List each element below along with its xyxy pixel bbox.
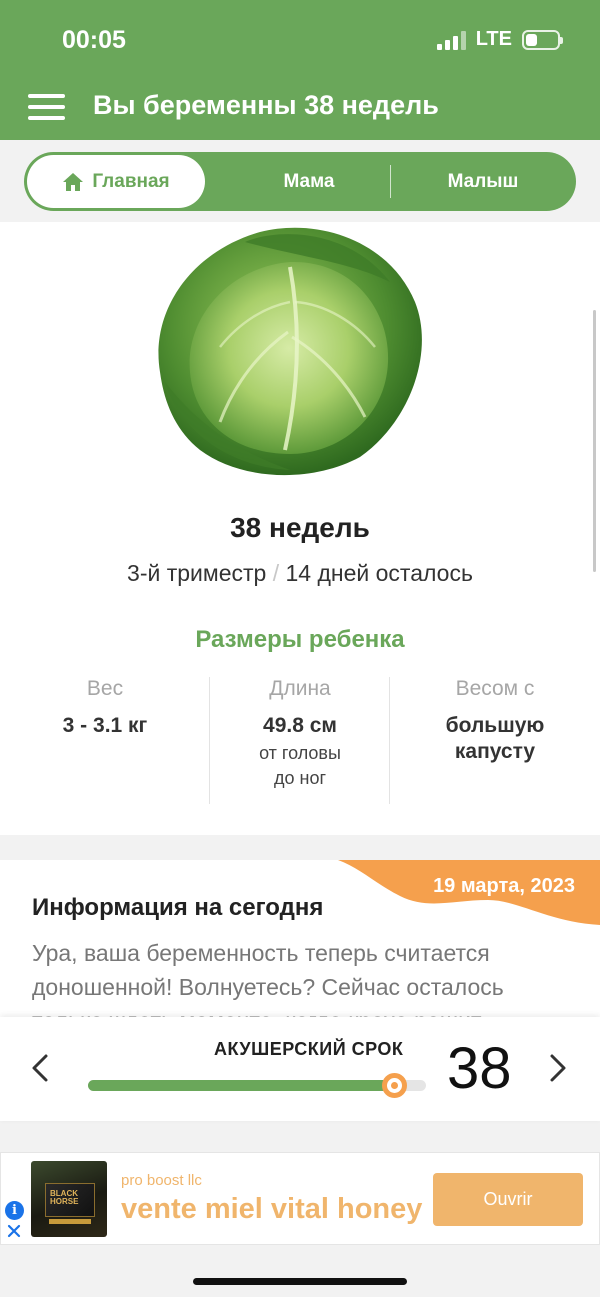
ad-image[interactable]: BLACK HORSE — [31, 1161, 107, 1237]
compare-value-2: капусту — [454, 740, 536, 764]
stat-divider — [389, 677, 390, 804]
week-number: 38 — [447, 1036, 512, 1101]
segmented-tabs: Главная Мама Малыш — [24, 152, 576, 211]
length-label: Длина — [269, 677, 331, 700]
info-text: Ура, ваша беременность теперь считается … — [32, 940, 504, 1020]
week-summary-card: 38 недель 3-й триместр / 14 дней осталос… — [0, 222, 600, 835]
info-title: Информация на сегодня — [32, 894, 324, 921]
length-stat: Длина 49.8 см от головы до ног — [210, 677, 390, 792]
week-slider-bar: АКУШЕРСКИЙ СРОК 38 — [0, 1017, 600, 1121]
baby-size-stats: Вес 3 - 3.1 кг Длина 49.8 см от головы д… — [0, 677, 600, 805]
slider-thumb[interactable] — [381, 1073, 407, 1098]
ad-open-button[interactable]: Ouvrir — [433, 1173, 583, 1226]
page-title: Вы беременны 38 недель — [93, 90, 439, 120]
compare-label: Весом с — [455, 677, 535, 700]
tab-baby[interactable]: Малыш — [408, 171, 558, 193]
battery-icon — [522, 29, 563, 50]
slider-fill — [88, 1080, 394, 1091]
status-time: 00:05 — [62, 26, 126, 54]
tab-home-label: Главная — [92, 170, 170, 192]
chevron-right-icon[interactable] — [546, 1053, 570, 1083]
compare-value-1: большую — [445, 714, 545, 737]
home-indicator[interactable] — [193, 1278, 407, 1285]
network-type: LTE — [475, 28, 512, 50]
trimester-info: 3-й триместр / 14 дней осталось — [0, 560, 600, 587]
tab-home[interactable]: Главная — [27, 155, 205, 208]
length-note-2: до ног — [273, 768, 327, 789]
home-icon — [63, 172, 84, 191]
separator: / — [272, 560, 280, 586]
length-note-1: от головы — [259, 743, 341, 764]
ad-advertiser: pro boost llc — [121, 1172, 202, 1189]
ad-image-text: BLACK HORSE — [50, 1189, 79, 1206]
ad-info-icon[interactable]: i — [5, 1201, 24, 1220]
weight-value: 3 - 3.1 кг — [62, 714, 148, 737]
length-value: 49.8 см — [263, 714, 337, 737]
ad-headline[interactable]: vente miel vital honey — [121, 1193, 422, 1226]
status-icons: LTE — [436, 28, 563, 51]
slider-label: АКУШЕРСКИЙ СРОК — [214, 1039, 404, 1059]
week-slider-track[interactable] — [88, 1073, 426, 1098]
app-header: 00:05 LTE Вы беременны 38 недель — [0, 0, 600, 140]
tab-mama[interactable]: Мама — [234, 171, 384, 193]
week-title: 38 недель — [230, 512, 370, 543]
signal-icon — [436, 30, 466, 50]
chevron-left-icon[interactable] — [28, 1053, 52, 1083]
weight-stat: Вес 3 - 3.1 кг — [15, 677, 195, 739]
trimester-text: 3-й триместр — [127, 560, 267, 586]
ad-banner[interactable]: BLACK HORSE i pro boost llc vente miel v… — [0, 1152, 600, 1245]
today-info-card[interactable]: 19 марта, 2023 Информация на сегодня Ура… — [0, 860, 600, 1020]
days-left-text: 14 дней осталось — [285, 560, 473, 586]
tab-divider — [390, 165, 391, 198]
baby-sizes-heading: Размеры ребенка — [195, 626, 405, 653]
ad-close-icon[interactable] — [6, 1223, 22, 1239]
menu-icon[interactable] — [28, 94, 65, 120]
tab-bar-container: Главная Мама Малыш — [0, 140, 600, 222]
weight-label: Вес — [86, 677, 124, 700]
date-badge: 19 марта, 2023 — [433, 875, 575, 897]
compare-stat: Весом с большую капусту — [405, 677, 585, 766]
cabbage-icon — [158, 227, 422, 476]
